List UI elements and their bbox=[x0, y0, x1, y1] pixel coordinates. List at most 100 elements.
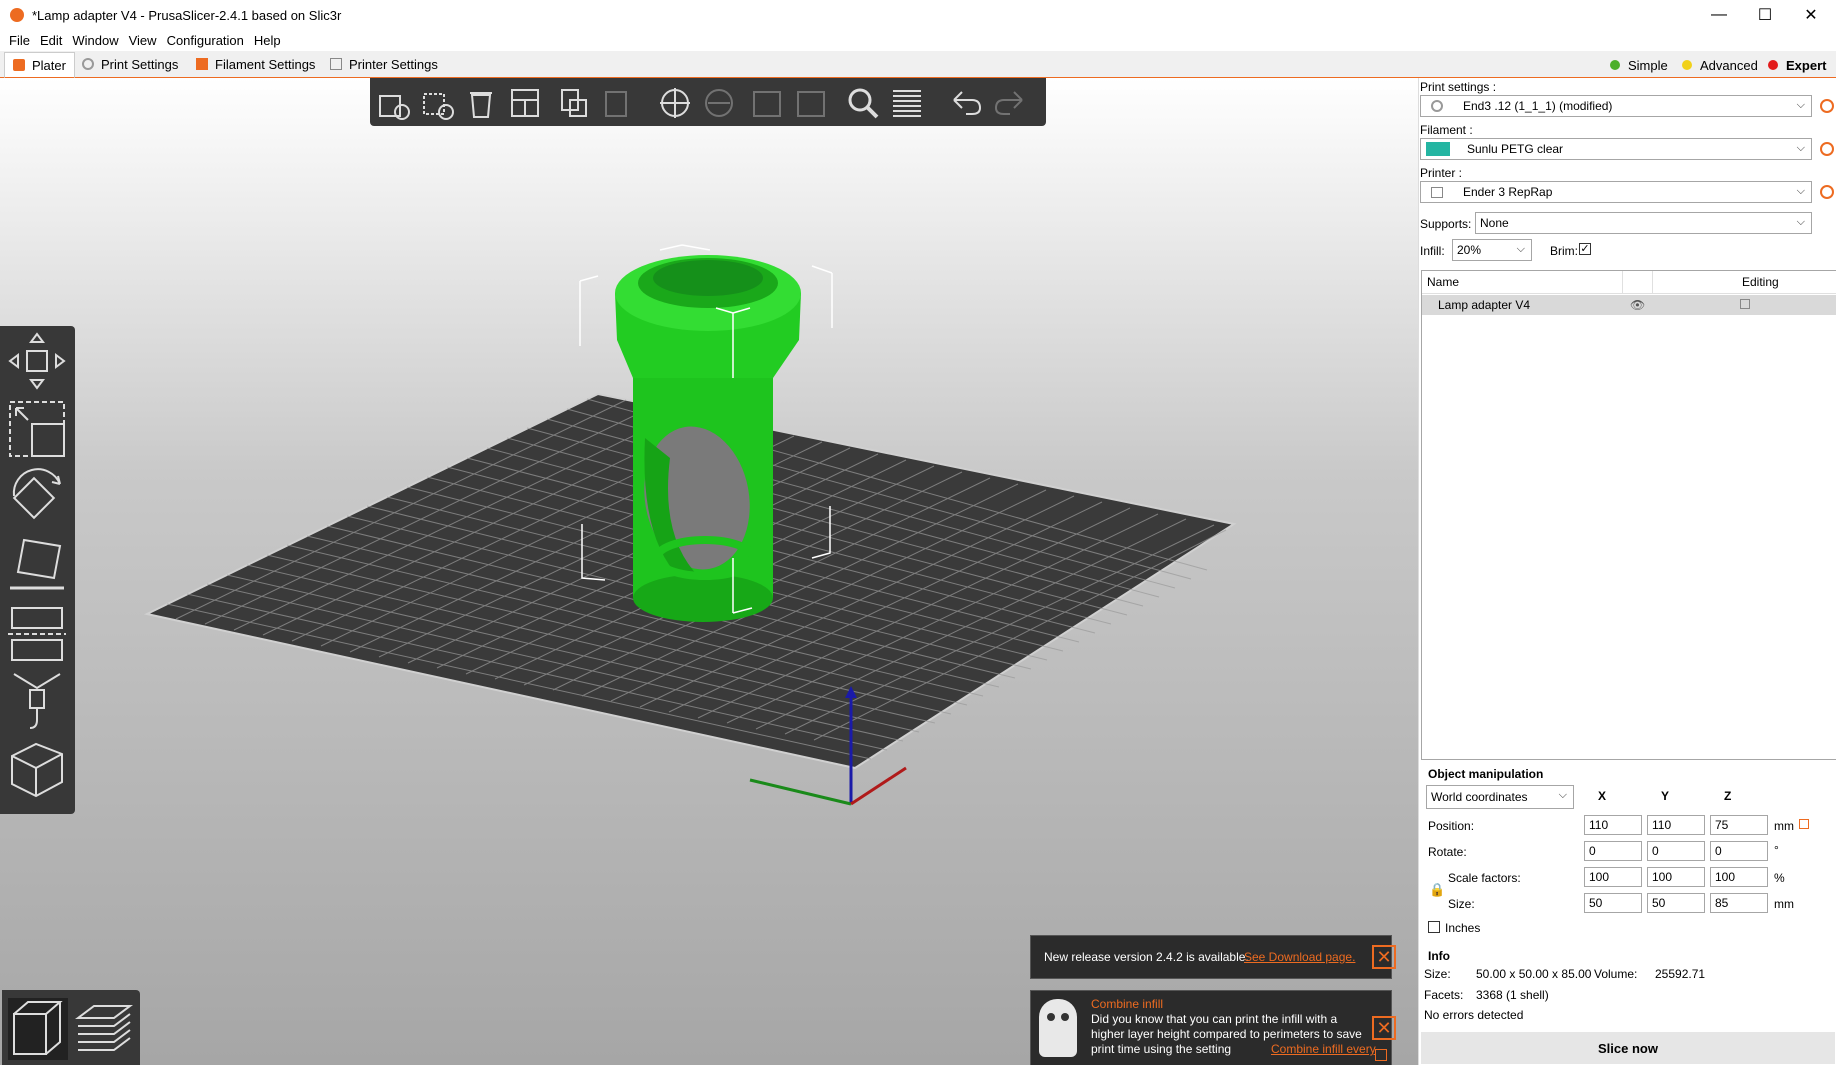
place-on-face-icon[interactable] bbox=[6, 534, 68, 596]
preview-icon[interactable] bbox=[74, 998, 134, 1060]
rotate-icon[interactable] bbox=[6, 466, 68, 528]
seam-paint-icon[interactable] bbox=[6, 738, 68, 800]
filament-color-swatch[interactable] bbox=[1426, 142, 1450, 156]
scene-canvas[interactable] bbox=[0, 78, 1418, 1065]
printer-icon bbox=[1431, 186, 1443, 198]
chevron-down-icon: ⌵ bbox=[1796, 185, 1805, 197]
split-objects-icon[interactable] bbox=[748, 86, 786, 120]
window-title: *Lamp adapter V4 - PrusaSlicer-2.4.1 bas… bbox=[32, 7, 342, 23]
axis-y-label: Y bbox=[1661, 789, 1670, 803]
menu-window[interactable]: Window bbox=[67, 33, 123, 48]
minimize-icon[interactable]: — bbox=[1696, 0, 1742, 30]
mode-advanced-button[interactable]: Advanced bbox=[1682, 55, 1758, 75]
filament-gear-icon[interactable] bbox=[1820, 142, 1834, 156]
menu-edit[interactable]: Edit bbox=[35, 33, 67, 48]
scale-x-input[interactable]: 100 bbox=[1584, 867, 1642, 887]
tab-print-settings[interactable]: Print Settings bbox=[74, 52, 186, 76]
print-settings-value: End3 .12 (1_1_1) (modified) bbox=[1463, 99, 1613, 113]
add-icon[interactable] bbox=[374, 86, 412, 120]
close-notification-icon[interactable]: ✕ bbox=[1372, 945, 1396, 969]
support-paint-icon[interactable] bbox=[6, 670, 68, 732]
arrange-icon[interactable] bbox=[506, 86, 544, 120]
size-z-input[interactable]: 85 bbox=[1710, 893, 1768, 913]
mode-simple-button[interactable]: Simple bbox=[1610, 55, 1668, 75]
size-y-input[interactable]: 50 bbox=[1647, 893, 1705, 913]
mode-expert-button[interactable]: Expert bbox=[1768, 55, 1826, 75]
infill-combo[interactable]: 20% ⌵ bbox=[1452, 239, 1532, 261]
print-settings-gear-icon[interactable] bbox=[1820, 99, 1834, 113]
infill-label: Infill: bbox=[1420, 244, 1445, 258]
layers-editing-icon[interactable] bbox=[888, 86, 926, 120]
split-parts-icon[interactable] bbox=[792, 86, 830, 120]
menu-view[interactable]: View bbox=[124, 33, 162, 48]
rotate-z-input[interactable]: 0 bbox=[1710, 841, 1768, 861]
redo-icon[interactable] bbox=[992, 86, 1030, 120]
size-label: Size: bbox=[1448, 897, 1475, 911]
scale-icon[interactable] bbox=[6, 398, 68, 460]
rotate-x-input[interactable]: 0 bbox=[1584, 841, 1642, 861]
slice-now-button[interactable]: Slice now bbox=[1421, 1032, 1835, 1064]
scale-y-input[interactable]: 100 bbox=[1647, 867, 1705, 887]
chevron-down-icon: ⌵ bbox=[1796, 99, 1805, 111]
release-notification: New release version 2.4.2 is available. … bbox=[1030, 935, 1396, 979]
mode-dot-icon bbox=[1768, 60, 1778, 70]
move-icon[interactable] bbox=[6, 330, 68, 392]
printer-combo[interactable]: Ender 3 RepRap ⌵ bbox=[1420, 181, 1812, 203]
eye-icon[interactable]: 👁 bbox=[1630, 298, 1645, 312]
close-hint-icon[interactable]: ✕ bbox=[1372, 1016, 1396, 1040]
object-row[interactable]: Lamp adapter V4 👁 bbox=[1422, 295, 1836, 315]
print-settings-combo[interactable]: End3 .12 (1_1_1) (modified) ⌵ bbox=[1420, 95, 1812, 117]
rotate-y-input[interactable]: 0 bbox=[1647, 841, 1705, 861]
scale-z-input[interactable]: 100 bbox=[1710, 867, 1768, 887]
combine-infill-link[interactable]: Combine infill every bbox=[1271, 1042, 1376, 1056]
delete-all-icon[interactable] bbox=[462, 86, 500, 120]
3d-view-icon[interactable] bbox=[8, 998, 68, 1060]
infill-value: 20% bbox=[1457, 243, 1482, 257]
info-size-label: Size: bbox=[1424, 967, 1451, 981]
drop-to-bed-icon[interactable] bbox=[1799, 819, 1809, 829]
info-errors: No errors detected bbox=[1424, 1008, 1524, 1022]
printer-label: Printer : bbox=[1420, 166, 1463, 180]
supports-combo[interactable]: None ⌵ bbox=[1475, 212, 1812, 234]
menu-help[interactable]: Help bbox=[249, 33, 286, 48]
hint-settings-icon[interactable] bbox=[1375, 1049, 1387, 1061]
close-icon[interactable]: ✕ bbox=[1788, 0, 1834, 30]
info-volume-value: 25592.71 bbox=[1655, 967, 1706, 981]
menu-file[interactable]: File bbox=[4, 33, 35, 48]
maximize-icon[interactable]: ☐ bbox=[1742, 0, 1788, 30]
copy-icon[interactable] bbox=[554, 86, 592, 120]
download-page-link[interactable]: See Download page. bbox=[1244, 950, 1355, 964]
view-toolbar bbox=[2, 990, 140, 1065]
tab-printer-settings[interactable]: Printer Settings bbox=[322, 52, 446, 76]
hint-line3: print time using the setting bbox=[1091, 1042, 1232, 1056]
brim-checkbox[interactable]: ✓ bbox=[1579, 243, 1591, 255]
column-editing[interactable]: Editing bbox=[1742, 275, 1779, 289]
tab-filament-settings[interactable]: Filament Settings bbox=[188, 52, 323, 76]
menu-configuration[interactable]: Configuration bbox=[162, 33, 249, 48]
tab-plater[interactable]: Plater bbox=[4, 52, 75, 79]
cut-icon[interactable] bbox=[6, 602, 68, 664]
chevron-down-icon: ⌵ bbox=[1558, 789, 1567, 801]
prusaslicer-logo-icon bbox=[10, 8, 24, 22]
printer-gear-icon[interactable] bbox=[1820, 185, 1834, 199]
column-name[interactable]: Name bbox=[1427, 275, 1459, 289]
filament-combo[interactable]: Sunlu PETG clear ⌵ bbox=[1420, 138, 1812, 160]
coordinates-combo[interactable]: World coordinates ⌵ bbox=[1426, 785, 1574, 809]
object-list: Name Editing Lamp adapter V4 👁 bbox=[1421, 270, 1836, 760]
gear-icon bbox=[82, 58, 94, 70]
position-z-input[interactable]: 75 bbox=[1710, 815, 1768, 835]
search-icon[interactable] bbox=[844, 86, 882, 120]
undo-icon[interactable] bbox=[946, 86, 984, 120]
inches-checkbox[interactable] bbox=[1428, 921, 1440, 933]
remove-instance-icon[interactable] bbox=[700, 86, 738, 120]
size-x-input[interactable]: 50 bbox=[1584, 893, 1642, 913]
mode-label: Advanced bbox=[1700, 57, 1758, 73]
3d-scene[interactable]: New release version 2.4.2 is available. … bbox=[0, 78, 1418, 1065]
add-instance-icon[interactable] bbox=[656, 86, 694, 120]
edit-settings-icon[interactable] bbox=[1740, 299, 1750, 309]
position-y-input[interactable]: 110 bbox=[1647, 815, 1705, 835]
lock-icon[interactable]: 🔒 bbox=[1429, 882, 1445, 898]
paste-icon[interactable] bbox=[598, 86, 636, 120]
position-x-input[interactable]: 110 bbox=[1584, 815, 1642, 835]
delete-icon[interactable] bbox=[418, 86, 456, 120]
